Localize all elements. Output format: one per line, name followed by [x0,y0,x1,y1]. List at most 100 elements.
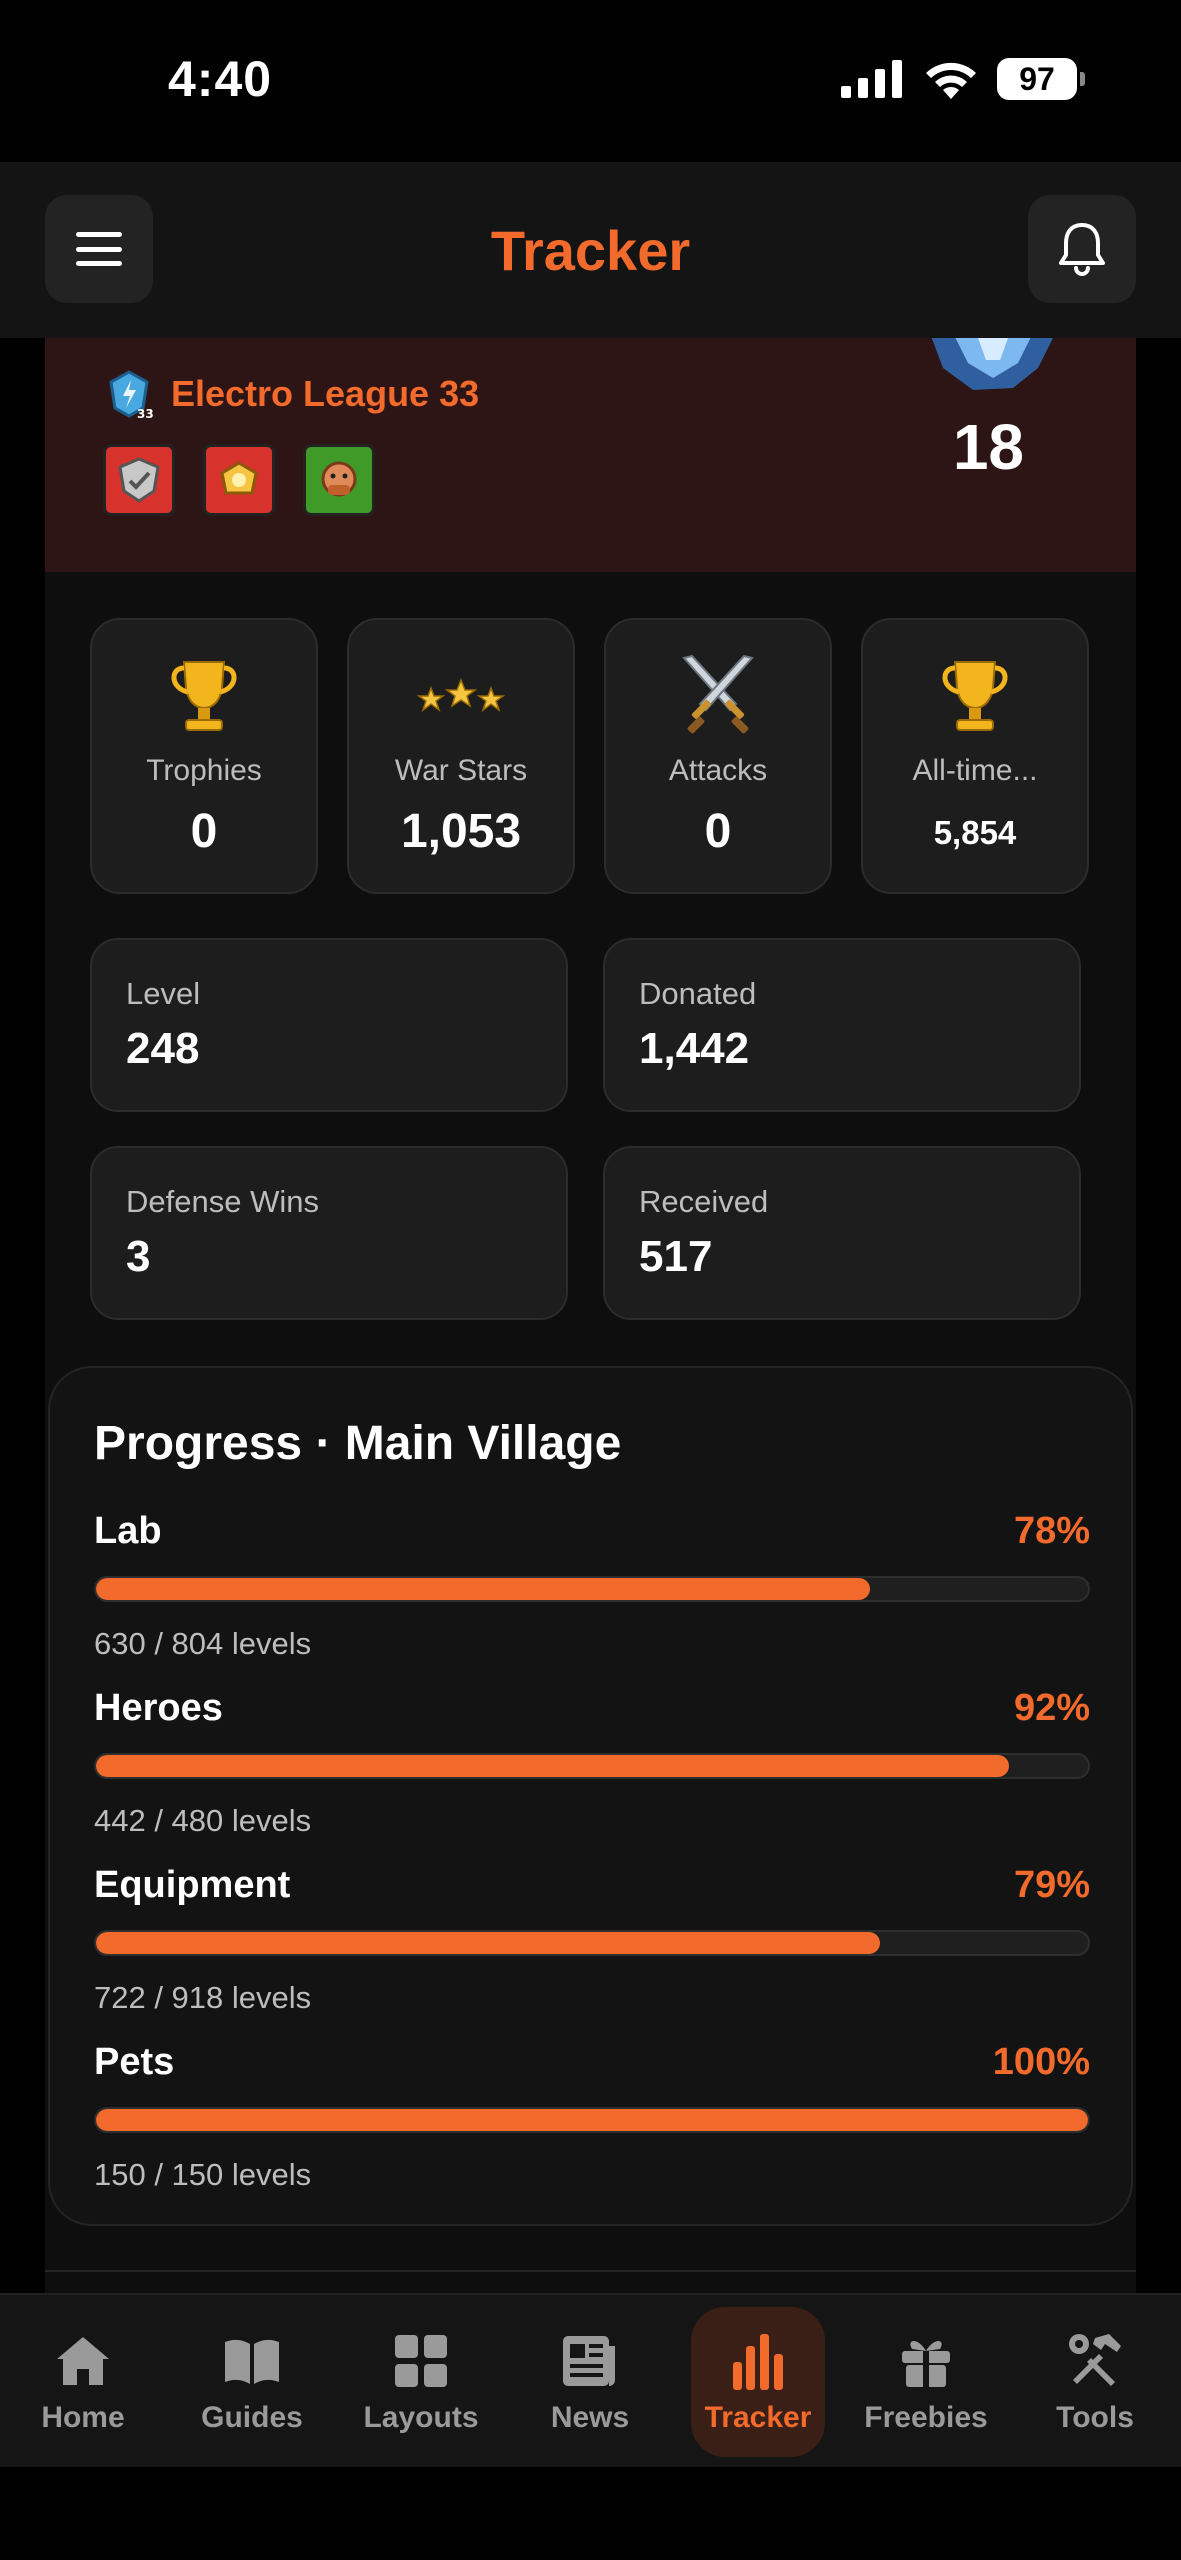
progress-fill [96,2109,1088,2131]
electro-league-icon: 33 [109,370,154,420]
stat-label: War Stars [394,754,528,787]
town-hall-image [931,338,1053,390]
tab-label: Guides [201,2401,303,2434]
player-header: 33 Electro League 33 18 [45,338,1136,572]
stat-value: 1,053 [400,805,522,858]
info-value: 517 [639,1232,713,1281]
progress-bar [94,1930,1090,1956]
achievement-badges [103,444,375,516]
notifications-button[interactable] [1028,195,1136,303]
tab-layouts[interactable]: Layouts [346,2295,496,2469]
tab-label: Home [41,2401,125,2434]
league-name: Electro League 33 [171,373,480,414]
progress-percent: 100% [992,2041,1090,2083]
section-divider [45,2270,1136,2272]
town-hall-level: 18 [952,411,1024,483]
svg-text:33: 33 [137,407,154,420]
info-label: Received [639,1184,769,1219]
info-value: 248 [126,1024,200,1073]
league-row: 33 Electro League 33 [103,368,479,420]
info-label: Level [126,976,201,1011]
progress-bar [94,1753,1090,1779]
battery-icon: 97 [997,58,1085,100]
tracker-content[interactable]: 33 Electro League 33 18 Trophies 0 War S… [45,338,1136,2293]
app-header: Tracker [0,162,1181,338]
tab-freebies[interactable]: Freebies [851,2295,1001,2469]
newspaper-icon [563,2336,615,2386]
info-value: 1,442 [639,1024,750,1073]
progress-fill [96,1932,880,1954]
home-indicator-area [0,2467,1181,2560]
status-bar: 4:40 97 [0,0,1181,160]
stat-label: All-time... [912,754,1038,787]
progress-percent: 92% [1013,1687,1090,1729]
progress-detail: 150 / 150 levels [94,2157,312,2192]
progress-name: Lab [94,1510,162,1552]
tools-icon [1069,2334,1121,2386]
progress-detail: 442 / 480 levels [94,1803,312,1838]
tab-label: Freebies [864,2401,988,2434]
barbarian-badge-icon [303,444,375,516]
trophy-icon [171,661,237,731]
tab-news[interactable]: News [515,2295,665,2469]
progress-name: Pets [94,2041,175,2083]
tab-label: Tools [1056,2401,1134,2434]
tab-home[interactable]: Home [8,2295,158,2469]
tab-label: Tracker [704,2401,812,2434]
progress-bar [94,1576,1090,1602]
stat-value: 0 [190,805,218,858]
crossed-swords-icon [682,654,754,734]
shield-badge-icon [103,444,175,516]
progress-percent: 79% [1013,1864,1090,1906]
progress-bar [94,2107,1090,2133]
info-label: Donated [639,976,757,1011]
book-icon [225,2339,279,2384]
info-card-donated: Donated 1,442 [603,938,1081,1112]
status-time: 4:40 [168,51,273,107]
page-title: Tracker [490,219,691,282]
progress-item-pets: Pets 100% 150 / 150 levels [94,2041,1090,2201]
stat-card-war-stars: War Stars 1,053 [347,618,575,894]
info-value: 3 [126,1232,151,1281]
info-label: Defense Wins [126,1184,319,1219]
gift-icon [902,2341,950,2387]
status-icons: 97 [841,58,1085,100]
cellular-signal-icon [841,60,902,98]
stars-icon [416,677,506,713]
progress-item-lab: Lab 78% 630 / 804 levels [94,1510,1090,1670]
progress-name: Heroes [94,1687,223,1729]
progress-item-equipment: Equipment 79% 722 / 918 levels [94,1864,1090,2024]
stat-card-all-time: All-time... 5,854 [861,618,1089,894]
stat-card-trophies: Trophies 0 [90,618,318,894]
trophy-icon [942,661,1008,731]
stat-value: 0 [704,805,732,858]
progress-name: Equipment [94,1864,291,1906]
stat-card-attacks: Attacks 0 [604,618,832,894]
wifi-icon [926,62,976,99]
progress-percent: 78% [1013,1510,1090,1552]
bell-icon [1059,223,1105,276]
info-card-defense-wins: Defense Wins 3 [90,1146,568,1320]
home-icon [57,2337,109,2385]
progress-fill [96,1755,1009,1777]
stat-label: Attacks [668,754,768,787]
tab-label: News [550,2401,630,2434]
progress-item-heroes: Heroes 92% 442 / 480 levels [94,1687,1090,1847]
info-card-received: Received 517 [603,1146,1081,1320]
progress-fill [96,1578,870,1600]
progress-detail: 722 / 918 levels [94,1980,312,2015]
tab-label: Layouts [363,2401,479,2434]
bar-chart-icon [733,2334,783,2390]
grid-icon [395,2335,447,2387]
bottom-tab-bar: Home Guides Layouts News Tracker Freebie… [0,2293,1181,2467]
progress-card: Progress · Main Village Lab 78% 630 / 80… [48,1366,1133,2226]
tab-tools[interactable]: Tools [1020,2295,1170,2469]
gold-badge-icon [203,444,275,516]
tab-tracker[interactable]: Tracker [683,2295,833,2469]
stat-value: 5,854 [933,814,1017,851]
progress-title: Progress · Main Village [94,1417,622,1470]
progress-detail: 630 / 804 levels [94,1626,312,1661]
stat-label: Trophies [146,754,262,787]
tab-guides[interactable]: Guides [177,2295,327,2469]
info-card-level: Level 248 [90,938,568,1112]
